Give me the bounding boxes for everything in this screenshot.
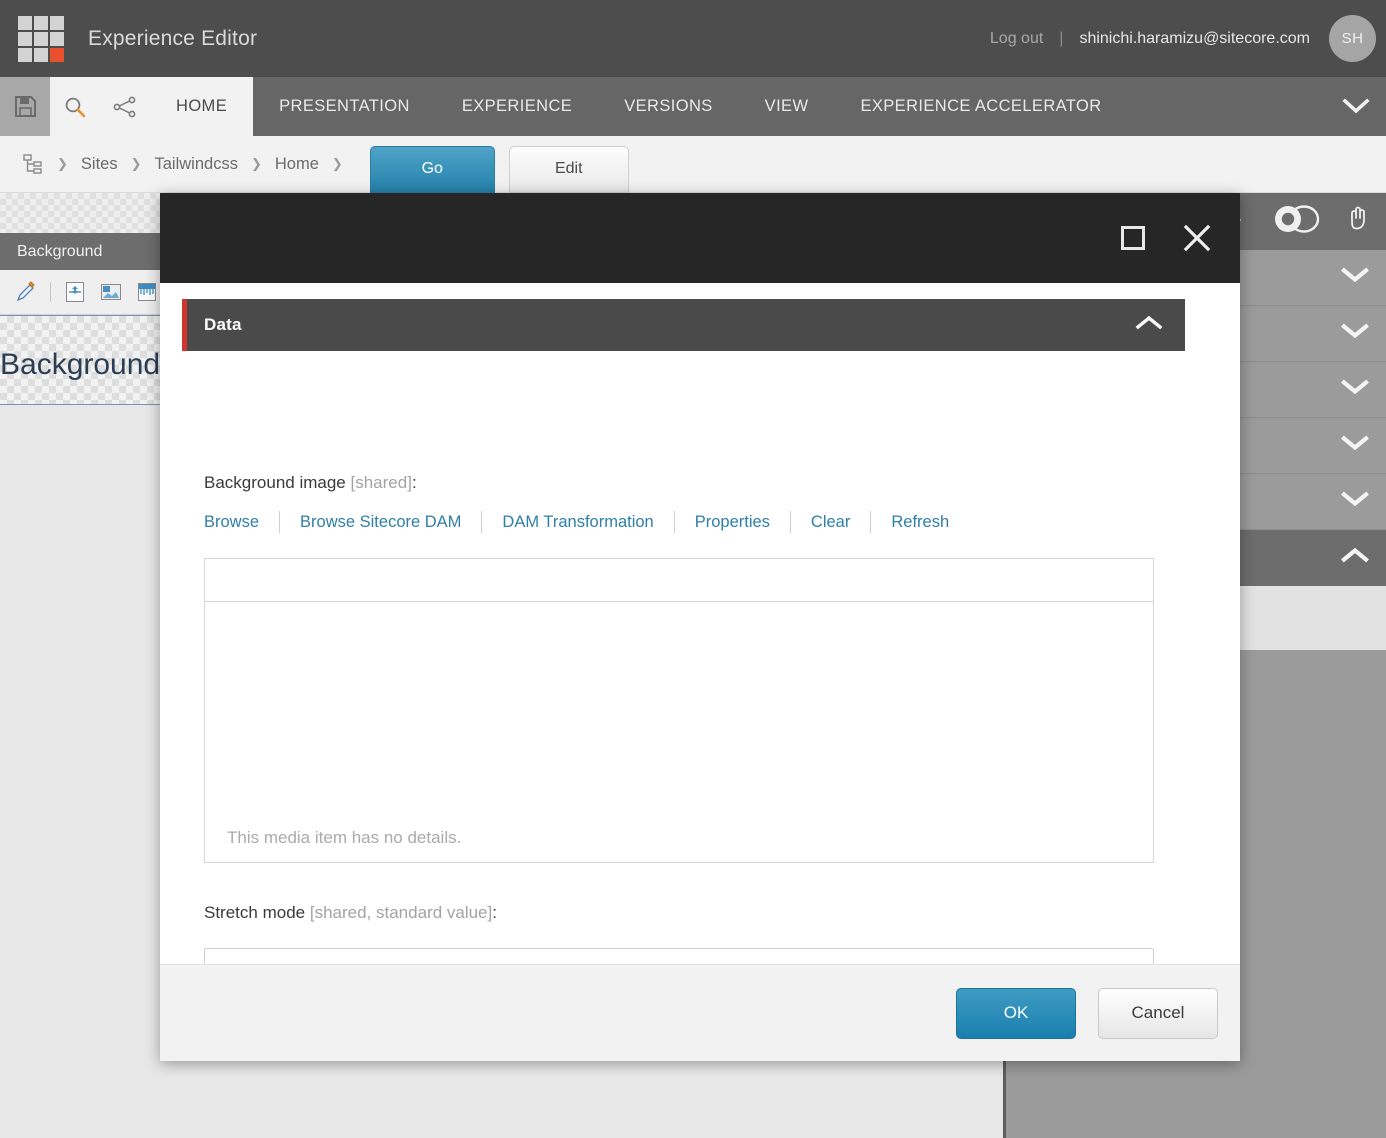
tab-view[interactable]: VIEW (739, 77, 835, 136)
chevron-down-icon (1340, 378, 1370, 401)
dam-transformation-link[interactable]: DAM Transformation (502, 513, 653, 532)
app-header: Experience Editor Log out | shinichi.har… (0, 0, 1386, 77)
field-editor-dialog: Data Background image [shared]: Browse B… (160, 193, 1240, 1061)
selection-tab-label: Background (17, 243, 103, 260)
tab-label: EXPERIENCE (461, 97, 573, 115)
label-qualifier: [shared, standard value] (309, 903, 493, 922)
header-actions: Log out | shinichi.haramizu@sitecore.com… (990, 15, 1386, 62)
quick-access-toolbar (0, 77, 150, 136)
background-image-label: Background image [shared]: (204, 473, 417, 493)
ok-button[interactable]: OK (956, 987, 1076, 1039)
media-empty-message: This media item has no details. (227, 828, 462, 847)
edit-pencil-icon[interactable] (8, 276, 44, 308)
tab-presentation[interactable]: PRESENTATION (253, 77, 436, 136)
section-header-data[interactable]: Data (182, 299, 1185, 351)
label-text: Stretch mode (204, 903, 306, 922)
user-email: shinichi.haramizu@sitecore.com (1079, 29, 1310, 47)
breadcrumb-separator: ❯ (250, 156, 262, 171)
label-colon: : (411, 473, 417, 492)
chevron-down-icon (1340, 490, 1370, 513)
close-icon[interactable] (1178, 219, 1216, 257)
hand-pointer-icon[interactable] (1348, 206, 1372, 237)
tab-home[interactable]: HOME (150, 77, 254, 136)
tab-label: HOME (176, 97, 228, 115)
tab-label: VIEW (764, 97, 809, 115)
breadcrumb-separator: ❯ (130, 156, 142, 171)
tab-experience-accelerator[interactable]: EXPERIENCE ACCELERATOR (834, 77, 1127, 136)
browse-link[interactable]: Browse (204, 513, 259, 532)
clear-link[interactable]: Clear (811, 513, 850, 532)
label-qualifier: [shared] (350, 473, 412, 492)
chevron-down-icon (1340, 266, 1370, 289)
refresh-link[interactable]: Refresh (891, 513, 949, 532)
breadcrumb: ❯ Sites ❯ Tailwindcss ❯ Home ❯ Go Edit (0, 136, 1386, 193)
save-icon[interactable] (0, 77, 50, 136)
tab-versions[interactable]: VERSIONS (598, 77, 738, 136)
breadcrumb-item-tailwindcss[interactable]: Tailwindcss (155, 155, 238, 174)
page-title: Experience Editor (88, 26, 258, 50)
toolbar-divider (50, 282, 51, 302)
stretch-mode-select[interactable]: Stretch (204, 948, 1154, 964)
chevron-up-icon (1340, 547, 1370, 570)
background-image-actions: Browse Browse Sitecore DAM DAM Transform… (204, 511, 949, 533)
edit-button[interactable]: Edit (508, 145, 629, 193)
image-properties-icon[interactable] (93, 276, 129, 308)
breadcrumb-item-sites[interactable]: Sites (81, 155, 118, 174)
browse-sitecore-dam-link[interactable]: Browse Sitecore DAM (300, 513, 461, 532)
content-tree-icon[interactable] (22, 153, 44, 175)
background-image-input[interactable] (204, 558, 1154, 602)
logout-link[interactable]: Log out (990, 30, 1043, 48)
navigate-icon[interactable] (100, 77, 150, 136)
tab-label: EXPERIENCE ACCELERATOR (860, 97, 1102, 115)
search-icon[interactable] (50, 77, 100, 136)
dialog-footer: OK Cancel (160, 964, 1240, 1061)
label-colon: : (492, 903, 497, 922)
breadcrumb-separator: ❯ (57, 156, 68, 171)
tab-label: PRESENTATION (279, 97, 410, 115)
chevron-down-icon (1340, 434, 1370, 457)
app-root: Background Background Co Experience Edit… (0, 0, 1386, 1138)
section-title: Data (204, 315, 242, 334)
properties-link[interactable]: Properties (695, 513, 770, 532)
chevron-down-icon (1340, 322, 1370, 345)
link-divider (279, 511, 281, 533)
maximize-icon[interactable] (1114, 219, 1152, 257)
dialog-body: Data Background image [shared]: Browse B… (160, 283, 1240, 964)
tab-label: VERSIONS (624, 97, 713, 115)
stretch-mode-label: Stretch mode [shared, standard value]: (204, 903, 497, 923)
dialog-titlebar (160, 193, 1240, 283)
avatar[interactable]: SH (1329, 15, 1376, 62)
link-divider (870, 511, 872, 533)
move-item-icon[interactable] (57, 276, 93, 308)
header-separator: | (1059, 29, 1064, 47)
tab-experience[interactable]: EXPERIENCE (436, 77, 598, 136)
breadcrumb-item-home[interactable]: Home (275, 155, 319, 174)
go-button[interactable]: Go (369, 145, 495, 193)
chevron-up-icon (1135, 314, 1185, 336)
cancel-button[interactable]: Cancel (1098, 987, 1218, 1039)
sitecore-logo-icon (18, 15, 64, 62)
chevron-down-icon[interactable] (1326, 77, 1386, 136)
label-text: Background image (204, 473, 346, 492)
toggle-icon[interactable] (1272, 205, 1322, 238)
link-divider (481, 511, 483, 533)
ribbon-bar: HOME PRESENTATION EXPERIENCE VERSIONS VI… (0, 77, 1386, 136)
breadcrumb-separator: ❯ (331, 156, 343, 171)
link-divider (673, 511, 675, 533)
media-preview-box: This media item has no details. (204, 602, 1154, 863)
link-divider (789, 511, 791, 533)
